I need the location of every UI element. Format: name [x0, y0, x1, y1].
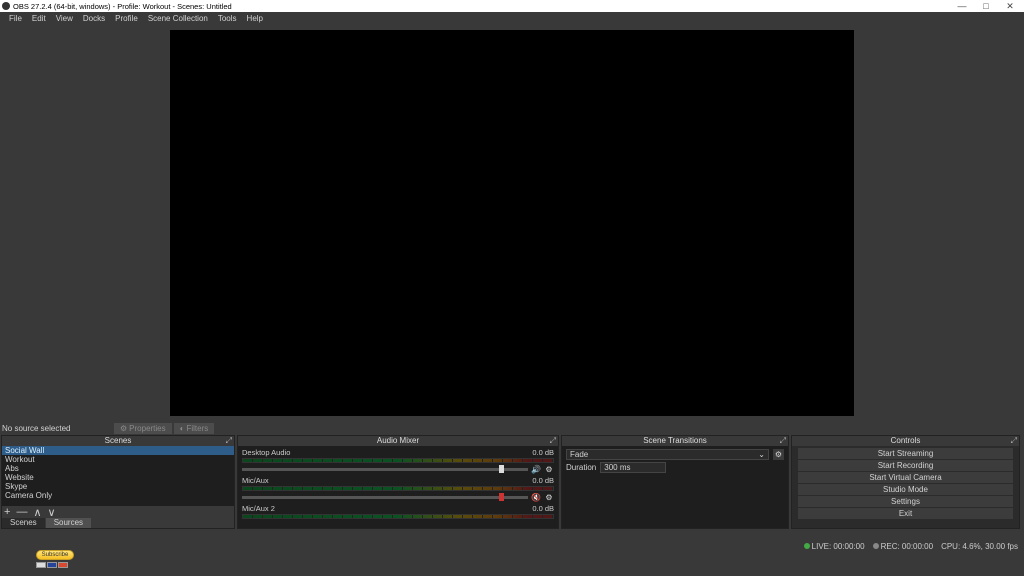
- tab-scenes[interactable]: Scenes: [2, 518, 45, 528]
- audio-meter: [242, 514, 554, 519]
- rec-status: REC: 00:00:00: [873, 542, 933, 551]
- transition-value: Fade: [570, 450, 588, 459]
- scene-item-workout[interactable]: Workout: [2, 455, 234, 464]
- card-icon: [36, 562, 46, 568]
- menu-view[interactable]: View: [51, 14, 78, 23]
- properties-label: Properties: [129, 424, 165, 433]
- gear-icon: ⚙: [120, 424, 127, 433]
- controls-title-label: Controls: [891, 436, 921, 445]
- card-icon: [58, 562, 68, 568]
- track-desktop-audio: Desktop Audio 0.0 dB 🔊 ⚙: [242, 448, 554, 474]
- popout-icon[interactable]: ⤢: [550, 436, 556, 446]
- close-button[interactable]: ✕: [998, 1, 1022, 12]
- muted-speaker-icon[interactable]: 🔇: [531, 492, 541, 502]
- track-db: 0.0 dB: [532, 476, 554, 485]
- mixer-title: Audio Mixer ⤢: [238, 436, 558, 446]
- start-streaming-button[interactable]: Start Streaming: [798, 448, 1013, 459]
- popout-icon[interactable]: ⤢: [780, 436, 786, 446]
- preview-canvas[interactable]: [170, 30, 854, 416]
- speaker-icon[interactable]: 🔊: [531, 464, 541, 474]
- track-name: Mic/Aux 2: [242, 504, 275, 513]
- scene-item-skype[interactable]: Skype: [2, 482, 234, 491]
- tab-sources[interactable]: Sources: [46, 518, 91, 528]
- scenes-dock: Scenes ⤢ Social Wall Workout Abs Website…: [1, 435, 235, 529]
- audio-mixer-dock: Audio Mixer ⤢ Desktop Audio 0.0 dB 🔊 ⚙ Mi…: [237, 435, 559, 529]
- duration-label: Duration: [566, 463, 596, 472]
- popout-icon[interactable]: ⤢: [1011, 436, 1017, 446]
- mixer-title-label: Audio Mixer: [377, 436, 419, 445]
- transition-select[interactable]: Fade ⌄: [566, 449, 769, 460]
- window-title: OBS 27.2.4 (64-bit, windows) - Profile: …: [13, 2, 232, 11]
- scene-item-camera-only[interactable]: Camera Only: [2, 491, 234, 500]
- controls-title: Controls ⤢: [792, 436, 1019, 446]
- scene-toolbar: + — ∧ ∨: [2, 506, 234, 518]
- card-icon: [47, 562, 57, 568]
- scenes-title-label: Scenes: [105, 436, 132, 445]
- audio-meter: [242, 486, 554, 491]
- scene-item-abs[interactable]: Abs: [2, 464, 234, 473]
- no-source-label: No source selected: [2, 424, 114, 433]
- minimize-button[interactable]: —: [950, 1, 974, 11]
- live-dot-icon: [804, 543, 810, 549]
- preview-area: [0, 24, 1024, 422]
- live-status: LIVE: 00:00:00: [804, 542, 865, 551]
- chevron-down-icon: ⌄: [758, 450, 765, 459]
- subscribe-button[interactable]: Subscribe: [36, 550, 74, 560]
- track-mic-aux-2: Mic/Aux 2 0.0 dB: [242, 504, 554, 519]
- menu-profile[interactable]: Profile: [110, 14, 143, 23]
- track-db: 0.0 dB: [532, 504, 554, 513]
- menu-help[interactable]: Help: [242, 14, 268, 23]
- scenes-title: Scenes ⤢: [2, 436, 234, 446]
- scene-list[interactable]: Social Wall Workout Abs Website Skype Ca…: [2, 446, 234, 506]
- start-recording-button[interactable]: Start Recording: [798, 460, 1013, 471]
- cpu-status: CPU: 4.6%, 30.00 fps: [941, 542, 1018, 551]
- remove-scene-icon[interactable]: —: [16, 506, 27, 518]
- transitions-title-label: Scene Transitions: [643, 436, 707, 445]
- menu-scene-collection[interactable]: Scene Collection: [143, 14, 213, 23]
- settings-button[interactable]: Settings: [798, 496, 1013, 507]
- menu-file[interactable]: File: [4, 14, 27, 23]
- track-mic-aux: Mic/Aux 0.0 dB 🔇 ⚙: [242, 476, 554, 502]
- menu-bar: File Edit View Docks Profile Scene Colle…: [0, 12, 1024, 24]
- track-db: 0.0 dB: [532, 448, 554, 457]
- track-name: Desktop Audio: [242, 448, 290, 457]
- gear-icon[interactable]: ⚙: [544, 464, 554, 474]
- scene-item-social-wall[interactable]: Social Wall: [2, 446, 234, 455]
- duration-input[interactable]: 300 ms: [600, 462, 666, 473]
- volume-slider[interactable]: [242, 468, 528, 471]
- status-bar: LIVE: 00:00:00 REC: 00:00:00 CPU: 4.6%, …: [804, 540, 1018, 552]
- transitions-title: Scene Transitions ⤢: [562, 436, 788, 446]
- filter-icon: ◐: [180, 424, 185, 433]
- move-up-icon[interactable]: ∧: [33, 506, 41, 519]
- menu-tools[interactable]: Tools: [213, 14, 242, 23]
- maximize-button[interactable]: □: [974, 1, 998, 11]
- subscribe-overlay: Subscribe: [36, 550, 74, 568]
- gear-icon[interactable]: ⚙: [544, 492, 554, 502]
- filters-label: Filters: [186, 424, 208, 433]
- properties-button[interactable]: ⚙ Properties: [114, 423, 172, 434]
- source-info-bar: No source selected ⚙ Properties ◐ Filter…: [0, 422, 1024, 435]
- rec-dot-icon: [873, 543, 879, 549]
- audio-meter: [242, 458, 554, 463]
- menu-edit[interactable]: Edit: [27, 14, 51, 23]
- start-virtual-camera-button[interactable]: Start Virtual Camera: [798, 472, 1013, 483]
- dock-tabs: Scenes Sources: [2, 518, 234, 528]
- mixer-body: Desktop Audio 0.0 dB 🔊 ⚙ Mic/Aux 0.0 dB 🔇 …: [238, 446, 558, 528]
- studio-mode-button[interactable]: Studio Mode: [798, 484, 1013, 495]
- exit-button[interactable]: Exit: [798, 508, 1013, 519]
- popout-icon[interactable]: ⤢: [226, 436, 232, 446]
- transitions-dock: Scene Transitions ⤢ Fade ⌄ ⚙ Duration 30…: [561, 435, 789, 529]
- move-down-icon[interactable]: ∨: [48, 506, 56, 519]
- menu-docks[interactable]: Docks: [78, 14, 110, 23]
- app-icon: [2, 2, 10, 10]
- scene-item-website[interactable]: Website: [2, 473, 234, 482]
- payment-cards: [36, 562, 74, 568]
- transition-settings-button[interactable]: ⚙: [773, 449, 784, 460]
- volume-slider[interactable]: [242, 496, 528, 499]
- window-title-bar: OBS 27.2.4 (64-bit, windows) - Profile: …: [0, 0, 1024, 12]
- filters-button[interactable]: ◐ Filters: [174, 423, 215, 434]
- add-scene-icon[interactable]: +: [4, 506, 10, 518]
- controls-dock: Controls ⤢ Start Streaming Start Recordi…: [791, 435, 1020, 529]
- track-name: Mic/Aux: [242, 476, 269, 485]
